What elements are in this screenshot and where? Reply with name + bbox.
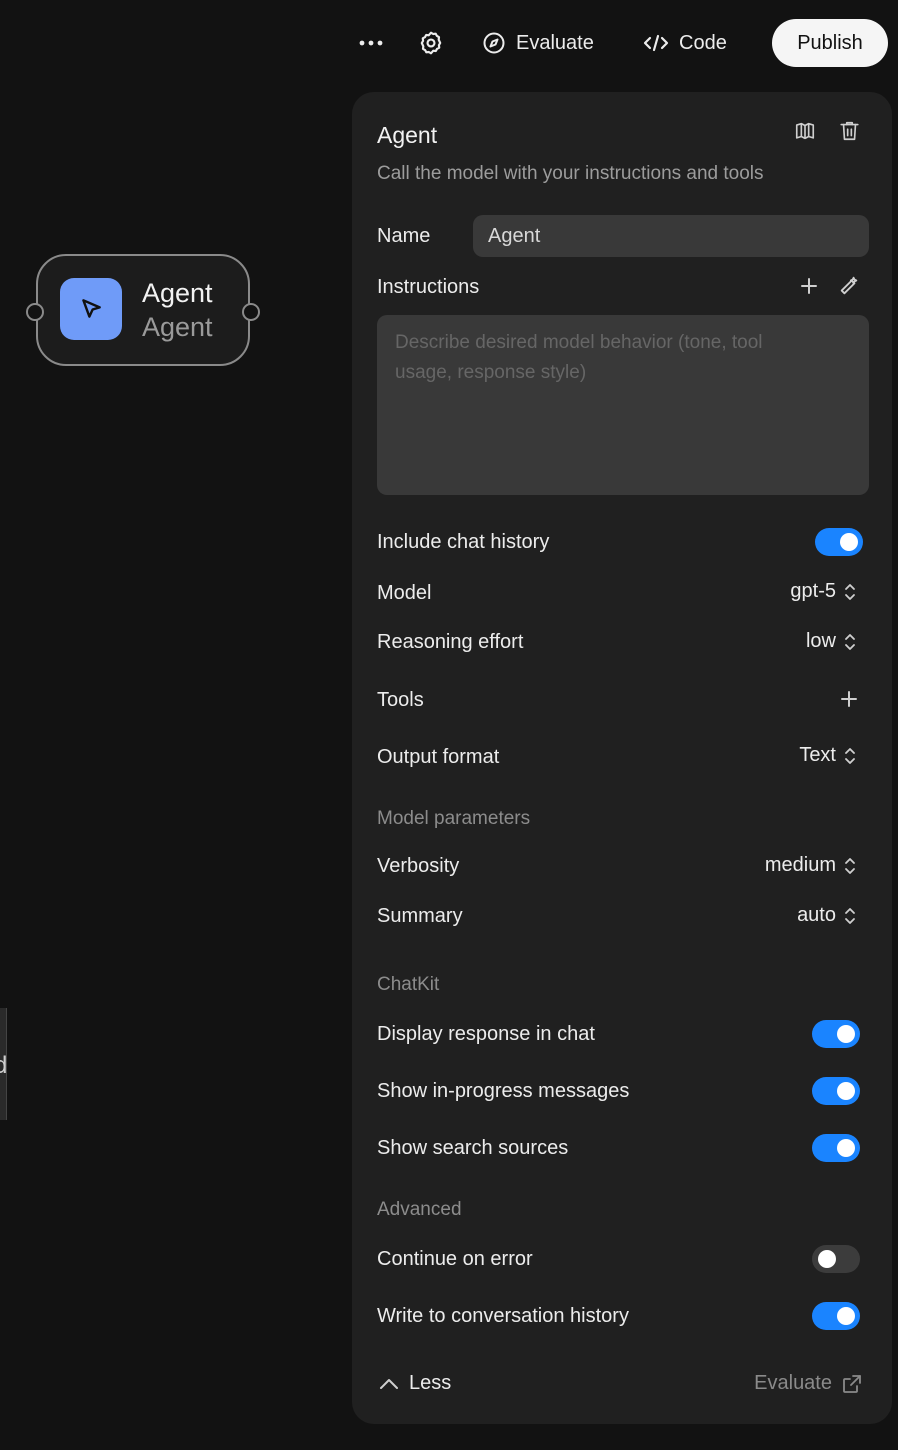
instructions-placeholder-line1: Describe desired model behavior (tone, t… bbox=[395, 332, 763, 353]
include-chat-history-label: Include chat history bbox=[377, 531, 550, 553]
more-options-icon[interactable] bbox=[356, 18, 386, 68]
add-tool-icon[interactable] bbox=[838, 688, 860, 710]
chevron-up-down-icon bbox=[845, 907, 855, 924]
node-subtitle: Agent bbox=[142, 312, 213, 342]
evaluate-label: Evaluate bbox=[516, 31, 594, 54]
gear-icon[interactable] bbox=[416, 18, 446, 68]
model-value: gpt-5 bbox=[790, 580, 836, 602]
instructions-placeholder-line2: usage, response style) bbox=[395, 362, 587, 383]
trash-icon[interactable] bbox=[836, 118, 862, 144]
display-response-label: Display response in chat bbox=[377, 1023, 595, 1045]
cursor-icon bbox=[82, 299, 101, 318]
node-title: Agent bbox=[142, 278, 213, 308]
code-icon bbox=[643, 34, 669, 52]
less-label: Less bbox=[409, 1372, 452, 1394]
show-in-progress-label: Show in-progress messages bbox=[377, 1080, 630, 1102]
output-port[interactable] bbox=[242, 303, 260, 321]
instructions-label: Instructions bbox=[377, 276, 480, 298]
external-link-icon bbox=[843, 1374, 861, 1393]
panel-title: Agent bbox=[377, 122, 438, 148]
top-toolbar: Evaluate Code Publish bbox=[352, 18, 888, 68]
tools-label: Tools bbox=[377, 689, 424, 711]
write-history-toggle[interactable] bbox=[812, 1302, 860, 1330]
continue-on-error-toggle[interactable] bbox=[812, 1245, 860, 1273]
advanced-heading: Advanced bbox=[377, 1199, 462, 1220]
evaluate-button[interactable]: Evaluate bbox=[482, 18, 594, 68]
show-search-sources-toggle[interactable] bbox=[812, 1134, 860, 1162]
name-label: Name bbox=[377, 225, 431, 247]
panel-description: Call the model with your instructions an… bbox=[377, 163, 764, 184]
summary-label: Summary bbox=[377, 905, 463, 927]
output-format-value: Text bbox=[799, 744, 836, 766]
chatkit-heading: ChatKit bbox=[377, 974, 440, 995]
reasoning-effort-value: low bbox=[805, 630, 836, 652]
reasoning-effort-select[interactable]: low bbox=[806, 630, 856, 653]
code-button[interactable]: Code bbox=[643, 18, 727, 68]
write-history-label: Write to conversation history bbox=[377, 1305, 629, 1327]
show-in-progress-toggle[interactable] bbox=[812, 1077, 860, 1105]
code-label: Code bbox=[679, 31, 727, 54]
model-select[interactable]: gpt-5 bbox=[790, 580, 856, 603]
node-icon-tile bbox=[60, 278, 122, 340]
display-response-toggle[interactable] bbox=[812, 1020, 860, 1048]
continue-on-error-label: Continue on error bbox=[377, 1248, 533, 1270]
offscreen-node-text: d bbox=[0, 1052, 8, 1079]
instructions-textarea[interactable]: Describe desired model behavior (tone, t… bbox=[377, 315, 869, 495]
include-chat-history-toggle[interactable] bbox=[815, 528, 863, 556]
evaluate-link[interactable]: Evaluate bbox=[754, 1372, 862, 1395]
add-icon[interactable] bbox=[798, 275, 820, 297]
less-button[interactable]: Less bbox=[379, 1372, 451, 1395]
agent-settings-panel: Agent Call the model with your instructi… bbox=[352, 92, 892, 1424]
docs-icon[interactable] bbox=[792, 118, 818, 144]
verbosity-select[interactable]: medium bbox=[765, 854, 856, 877]
verbosity-label: Verbosity bbox=[377, 855, 460, 877]
summary-select[interactable]: auto bbox=[797, 904, 856, 927]
name-input[interactable] bbox=[473, 215, 869, 257]
output-format-label: Output format bbox=[377, 746, 500, 768]
model-parameters-heading: Model parameters bbox=[377, 808, 531, 829]
chevron-up-icon bbox=[380, 1378, 398, 1389]
magic-wand-icon[interactable] bbox=[837, 274, 861, 298]
model-label: Model bbox=[377, 582, 432, 604]
chevron-up-down-icon bbox=[845, 583, 855, 600]
publish-button[interactable]: Publish bbox=[772, 19, 888, 67]
chevron-up-down-icon bbox=[845, 633, 855, 650]
summary-value: auto bbox=[797, 904, 836, 926]
reasoning-effort-label: Reasoning effort bbox=[377, 631, 524, 653]
output-format-select[interactable]: Text bbox=[799, 744, 856, 767]
evaluate-link-label: Evaluate bbox=[754, 1372, 832, 1394]
input-port[interactable] bbox=[26, 303, 44, 321]
show-search-sources-label: Show search sources bbox=[377, 1137, 569, 1159]
verbosity-value: medium bbox=[764, 854, 836, 876]
chevron-up-down-icon bbox=[845, 747, 855, 764]
agent-node[interactable]: Agent Agent bbox=[26, 254, 260, 366]
compass-icon bbox=[483, 32, 505, 54]
chevron-up-down-icon bbox=[845, 857, 855, 874]
